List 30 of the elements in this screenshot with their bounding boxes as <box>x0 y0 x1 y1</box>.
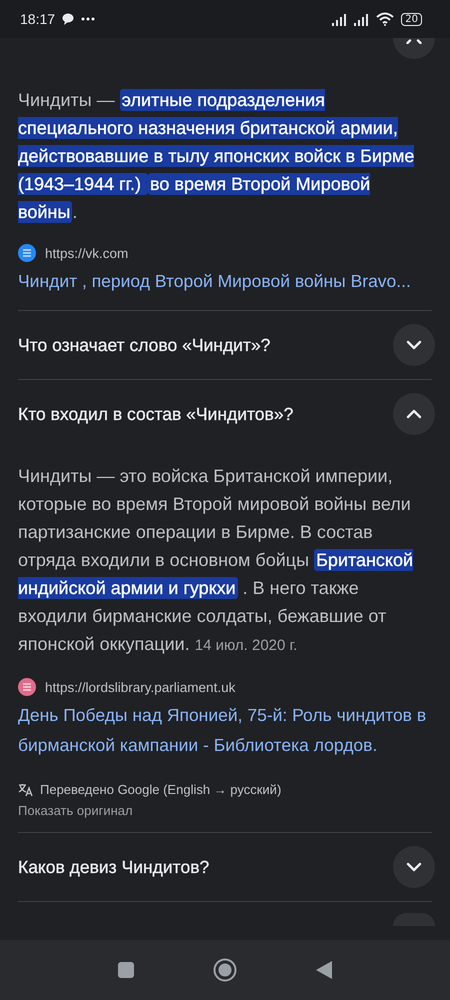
recents-button-icon <box>117 961 135 979</box>
chevron-down-icon <box>406 340 422 350</box>
chevron-up-icon <box>406 409 422 419</box>
source-url: https://lordslibrary.parliament.uk <box>45 680 236 694</box>
translate-icon <box>18 782 34 796</box>
signal-icon <box>354 12 370 26</box>
expand-button[interactable] <box>393 393 435 435</box>
question-text[interactable]: Каков девиз Чиндитов? <box>18 856 210 878</box>
status-time: 18:17 <box>20 11 56 27</box>
translation-note: Переведено Google (English → русский) <box>40 782 282 797</box>
question-text[interactable]: Что означает слово «Чиндит»? <box>18 334 270 356</box>
back-button-icon <box>315 960 333 980</box>
battery-level: 20 <box>401 12 422 26</box>
expand-button[interactable] <box>393 38 435 59</box>
answer-text: Чиндиты — это войска Британской империи, которые во время Второй мировой войны вели партизанские операции в Бирме. В состав отряда входили в основном бойцы Британской индийской армии и гуркхи . В него также входили бирманские солдаты, бежавшие от японской оккупации. 14 июл. 2020 г. <box>18 465 414 656</box>
source-link[interactable]: День Победы над Японией, 75-й: Роль чиндитов в бирманской кампании - Библиотека лордов. <box>18 700 432 760</box>
question-text[interactable]: Кто входил в состав «Чиндитов»? <box>18 404 294 424</box>
expand-button[interactable] <box>393 324 435 366</box>
signal-icon <box>332 12 348 26</box>
wifi-icon <box>376 12 394 26</box>
chevron-up-icon <box>406 38 422 44</box>
source-link[interactable]: Чиндит , период Второй Мировой войны Bravo... <box>18 266 432 296</box>
home-button-icon <box>213 958 237 982</box>
more-dots-icon <box>81 17 96 21</box>
expand-button[interactable] <box>393 846 435 888</box>
chat-bubble-icon <box>62 13 74 25</box>
source-url: https://vk.com <box>45 246 128 260</box>
chevron-down-icon <box>406 862 422 872</box>
answer-text: Чиндиты — элитные подразделения специального назначения британской армии, действовавшие в тылу японских войск в Бирме (1943–1944 гг.) во время Второй Мировой войны. <box>18 88 416 225</box>
show-original-link[interactable]: Показать оригинал <box>18 803 432 818</box>
